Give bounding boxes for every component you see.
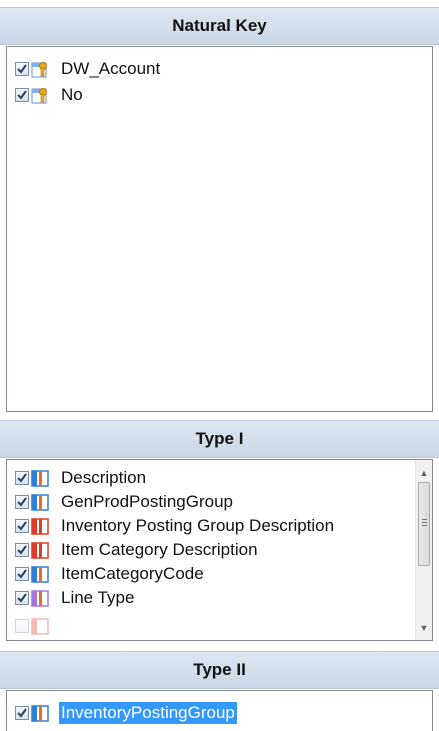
item-label: ItemCategoryCode <box>61 564 204 583</box>
checkbox[interactable] <box>15 519 29 533</box>
key-table-icon <box>31 61 47 77</box>
list-item[interactable]: Description <box>15 466 148 490</box>
type2-list[interactable]: InventoryPostingGroup <box>6 690 433 731</box>
column-blue-icon <box>31 704 49 722</box>
column-blue-icon <box>31 565 49 583</box>
item-label: DW_Account <box>61 59 161 78</box>
item-label: Item Category Description <box>61 540 258 559</box>
natural-key-list[interactable]: DW_Account No <box>6 46 433 412</box>
checkbox[interactable] <box>15 567 29 581</box>
item-label: Line Type <box>61 588 135 607</box>
column-red-icon <box>31 617 49 635</box>
list-item[interactable]: Item Category Description <box>15 538 260 562</box>
item-label: InventoryPostingGroup <box>59 702 237 724</box>
natural-key-header: Natural Key <box>0 7 439 45</box>
column-red-icon <box>31 517 49 535</box>
key-table-icon <box>31 87 47 103</box>
list-item[interactable]: DW_Account <box>15 57 162 81</box>
checkbox[interactable] <box>15 62 29 76</box>
type1-title: Type I <box>195 429 244 448</box>
checkbox[interactable] <box>15 495 29 509</box>
type1-scrollbar[interactable]: ▲ ▼ <box>415 460 432 640</box>
natural-key-title: Natural Key <box>172 16 267 35</box>
column-blue-icon <box>31 469 49 487</box>
scroll-thumb[interactable] <box>418 482 430 566</box>
checkbox[interactable] <box>15 543 29 557</box>
scroll-up-arrow[interactable]: ▲ <box>416 464 432 481</box>
type2-header: Type II <box>0 651 439 689</box>
type1-header: Type I <box>0 420 439 458</box>
item-label: Inventory Posting Group Description <box>61 516 335 535</box>
list-item[interactable]: InventoryPostingGroup <box>15 701 237 725</box>
column-purple-icon <box>31 589 49 607</box>
checkbox[interactable] <box>15 591 29 605</box>
checkbox[interactable] <box>15 706 29 720</box>
list-item[interactable]: ItemCategoryCode <box>15 562 206 586</box>
list-item[interactable]: Inventory Posting Group Description <box>15 514 336 538</box>
checkbox[interactable] <box>15 619 29 633</box>
column-red-icon <box>31 541 49 559</box>
scroll-down-arrow[interactable]: ▼ <box>416 619 432 636</box>
list-item-partial[interactable] <box>15 614 49 638</box>
type1-list[interactable]: Description GenProdPostingGroup Inventor… <box>6 459 433 641</box>
list-item[interactable]: No <box>15 83 85 107</box>
item-label: Description <box>61 468 147 487</box>
list-item[interactable]: Line Type <box>15 586 136 610</box>
checkbox[interactable] <box>15 471 29 485</box>
list-item[interactable]: GenProdPostingGroup <box>15 490 235 514</box>
checkbox[interactable] <box>15 88 29 102</box>
column-blue-icon <box>31 493 49 511</box>
item-label: No <box>61 85 83 104</box>
type2-title: Type II <box>193 660 246 679</box>
item-label: GenProdPostingGroup <box>61 492 233 511</box>
